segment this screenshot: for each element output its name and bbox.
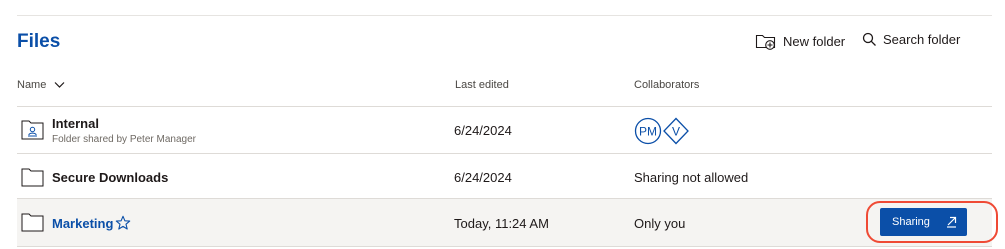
chevron-down-icon[interactable] <box>54 81 65 89</box>
search-folder-label: Search folder <box>883 32 961 47</box>
shared-folder-icon <box>21 120 44 140</box>
new-folder-label: New folder <box>783 33 846 49</box>
avatar-pm-initials: PM <box>639 125 657 139</box>
folder-icon <box>21 213 44 232</box>
toolbar: New folder Search folder <box>0 32 1005 52</box>
sharing-button-label: Sharing <box>892 216 930 228</box>
table-row[interactable]: Secure Downloads 6/24/2024 Sharing not a… <box>17 153 992 199</box>
column-header-collaborators: Collaborators <box>634 79 699 91</box>
file-name[interactable]: Secure Downloads <box>52 170 168 185</box>
file-name[interactable]: Internal <box>52 116 99 131</box>
search-folder-button[interactable]: Search folder <box>862 32 960 47</box>
collaborators-status: Only you <box>634 216 686 231</box>
table-row[interactable]: Internal Folder shared by Peter Manager … <box>17 106 992 153</box>
new-folder-icon <box>755 34 776 50</box>
column-header-name-label: Name <box>17 79 47 91</box>
column-header-last-edited-label: Last edited <box>455 79 509 91</box>
column-header-name[interactable]: Name <box>17 79 65 91</box>
search-icon <box>862 32 876 46</box>
new-folder-button[interactable]: New folder <box>755 32 845 50</box>
collaborators-status: Sharing not allowed <box>634 170 749 185</box>
last-edited: Today, 11:24 AM <box>454 216 549 231</box>
folder-icon <box>21 168 44 187</box>
external-link-icon <box>947 216 957 228</box>
file-name-link[interactable]: Marketing <box>52 216 113 231</box>
column-header-collaborators-label: Collaborators <box>634 79 700 91</box>
file-subtitle: Folder shared by Peter Manager <box>52 134 196 145</box>
star-icon[interactable] <box>115 215 131 231</box>
avatar-v-initials: V <box>672 125 680 139</box>
last-edited: 6/24/2024 <box>454 123 512 138</box>
table-row[interactable]: Marketing Today, 11:24 AM Only you Shari… <box>17 198 998 247</box>
sharing-button[interactable]: Sharing <box>880 208 967 236</box>
collaborator-avatars[interactable]: PM V <box>634 116 694 146</box>
last-edited: 6/24/2024 <box>454 170 512 185</box>
top-divider <box>17 15 992 16</box>
column-header-last-edited[interactable]: Last edited <box>455 79 509 91</box>
